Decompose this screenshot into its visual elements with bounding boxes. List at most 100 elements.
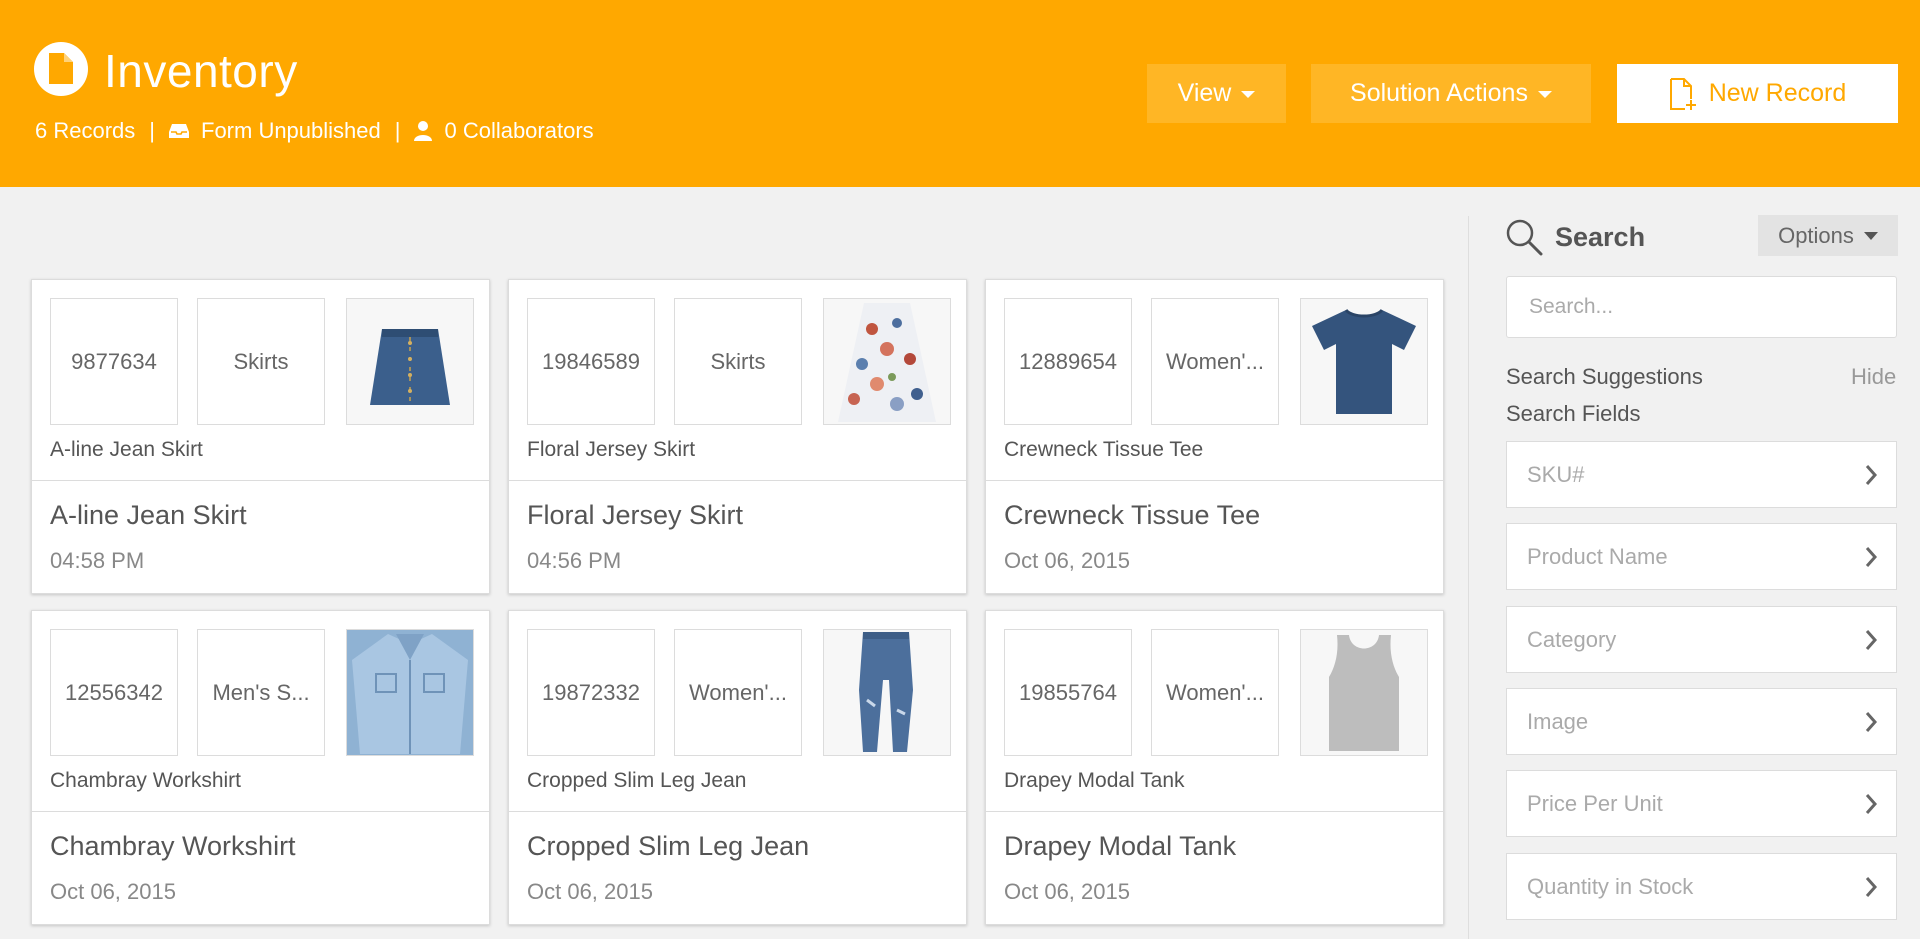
category-tile: Skirts <box>197 298 325 425</box>
search-field-label: Image <box>1527 708 1589 734</box>
card-tiles: 9877634 Skirts <box>50 298 474 425</box>
search-field-quantity-in-stock[interactable]: Quantity in Stock <box>1506 853 1897 920</box>
card-divider <box>986 480 1443 481</box>
search-field-price-per-unit[interactable]: Price Per Unit <box>1506 770 1897 837</box>
card-subtitle: Drapey Modal Tank <box>1004 769 1185 792</box>
solution-actions-label: Solution Actions <box>1350 79 1528 107</box>
caret-down-icon <box>1863 231 1878 240</box>
solution-actions-button[interactable]: Solution Actions <box>1311 64 1591 123</box>
card-subtitle: Crewneck Tissue Tee <box>1004 438 1204 461</box>
card-divider <box>509 811 966 812</box>
card-tiles: 12889654 Women'... <box>1004 298 1428 425</box>
sku-tile: 19846589 <box>527 298 655 425</box>
record-card[interactable]: 19855764 Women'... Drapey Modal Tank Dra… <box>985 610 1444 925</box>
search-header: Search <box>1505 218 1645 256</box>
sku-tile: 12889654 <box>1004 298 1132 425</box>
card-title[interactable]: Drapey Modal Tank <box>1004 831 1236 862</box>
caret-down-icon <box>1537 91 1552 98</box>
hide-suggestions-link[interactable]: Hide <box>1851 364 1896 390</box>
chevron-right-icon <box>1865 630 1878 650</box>
category-tile: Women'... <box>674 629 802 756</box>
record-card[interactable]: 19846589 Skirts Floral Jersey Skirt Flor… <box>508 279 967 594</box>
records-count[interactable]: 6 Records <box>35 118 135 144</box>
options-label: Options <box>1778 222 1854 248</box>
record-card[interactable]: 19872332 Women'... Cropped Slim Leg Jean… <box>508 610 967 925</box>
search-field-label: Quantity in Stock <box>1527 873 1694 899</box>
card-title[interactable]: Crewneck Tissue Tee <box>1004 500 1260 531</box>
card-date: Oct 06, 2015 <box>527 879 653 904</box>
new-document-icon <box>1669 77 1696 110</box>
card-title[interactable]: Floral Jersey Skirt <box>527 500 743 531</box>
search-input[interactable] <box>1506 276 1897 338</box>
record-card[interactable]: 12889654 Women'... Crewneck Tissue Tee C… <box>985 279 1444 594</box>
category-tile: Women'... <box>1151 629 1279 756</box>
chevron-right-icon <box>1865 794 1878 814</box>
new-record-button[interactable]: New Record <box>1617 64 1898 123</box>
sidebar-divider <box>1468 216 1469 939</box>
card-title[interactable]: A-line Jean Skirt <box>50 500 247 531</box>
chevron-right-icon <box>1865 712 1878 732</box>
search-icon <box>1506 219 1543 256</box>
card-tiles: 19855764 Women'... <box>1004 629 1428 756</box>
card-date: 04:56 PM <box>527 548 622 573</box>
card-title[interactable]: Cropped Slim Leg Jean <box>527 831 809 862</box>
jeans-icon <box>823 629 951 756</box>
card-divider <box>509 480 966 481</box>
search-field-label: SKU# <box>1527 461 1585 487</box>
search-suggestions-label: Search Suggestions <box>1506 364 1703 389</box>
tshirt-icon <box>1300 298 1428 425</box>
card-tiles: 12556342 Men's S... <box>50 629 474 756</box>
card-date: 04:58 PM <box>50 548 145 573</box>
card-tiles: 19846589 Skirts <box>527 298 951 425</box>
chevron-right-icon <box>1865 547 1878 567</box>
sku-tile: 19855764 <box>1004 629 1132 756</box>
separator: | <box>394 118 401 143</box>
inbox-icon <box>169 124 189 138</box>
new-record-label: New Record <box>1708 79 1847 107</box>
card-title[interactable]: Chambray Workshirt <box>50 831 296 862</box>
floral-skirt-icon <box>823 298 951 425</box>
chevron-right-icon <box>1865 877 1878 897</box>
card-divider <box>32 480 489 481</box>
denim-skirt-icon <box>346 298 474 425</box>
category-tile: Women'... <box>1151 298 1279 425</box>
category-tile: Skirts <box>674 298 802 425</box>
search-field-category[interactable]: Category <box>1506 606 1897 673</box>
card-subtitle: Chambray Workshirt <box>50 769 241 792</box>
card-divider <box>32 811 489 812</box>
card-date: Oct 06, 2015 <box>1004 548 1130 573</box>
sku-tile: 9877634 <box>50 298 178 425</box>
sku-tile: 12556342 <box>50 629 178 756</box>
record-card[interactable]: 9877634 Skirts A-line Jean Skirt A-line … <box>31 279 490 594</box>
sku-tile: 19872332 <box>527 629 655 756</box>
card-date: Oct 06, 2015 <box>1004 879 1130 904</box>
options-button[interactable]: Options <box>1758 215 1898 256</box>
record-card[interactable]: 12556342 Men's S... Chambray Workshirt C… <box>31 610 490 925</box>
search-field-image[interactable]: Image <box>1506 688 1897 755</box>
header-meta: 6 Records | Form Unpublished | 0 Collabo… <box>35 118 594 144</box>
chevron-right-icon <box>1865 465 1878 485</box>
card-subtitle: Floral Jersey Skirt <box>527 438 696 461</box>
view-button[interactable]: View <box>1147 64 1286 123</box>
search-label: Search <box>1555 221 1646 252</box>
category-tile: Men's S... <box>197 629 325 756</box>
tank-top-icon <box>1300 629 1428 756</box>
collaborators-count[interactable]: 0 Collaborators <box>444 118 593 144</box>
form-status[interactable]: Form Unpublished <box>201 118 381 144</box>
search-field-label: Product Name <box>1527 543 1668 569</box>
caret-down-icon <box>1241 91 1256 98</box>
shirt-icon <box>346 629 474 756</box>
card-divider <box>986 811 1443 812</box>
view-button-label: View <box>1177 79 1232 107</box>
user-icon <box>414 121 433 141</box>
header-bar: Inventory 6 Records | Form Unpublished |… <box>0 0 1920 187</box>
document-icon <box>34 42 88 96</box>
search-field-label: Price Per Unit <box>1527 790 1663 816</box>
card-subtitle: Cropped Slim Leg Jean <box>527 769 747 792</box>
card-tiles: 19872332 Women'... <box>527 629 951 756</box>
search-field-label: Category <box>1527 626 1617 652</box>
separator: | <box>149 118 155 143</box>
search-field-product-name[interactable]: Product Name <box>1506 523 1897 590</box>
search-field-sku[interactable]: SKU# <box>1506 441 1897 508</box>
search-fields-label: Search Fields <box>1506 401 1641 426</box>
